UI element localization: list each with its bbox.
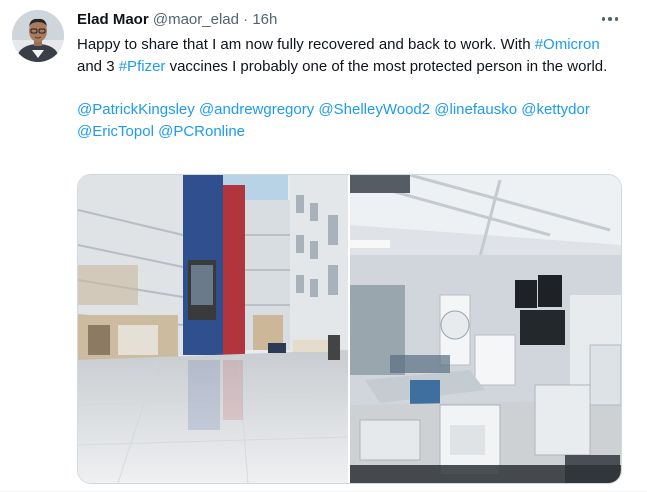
text-segment: and 3 bbox=[77, 58, 119, 75]
mention-link[interactable]: @linefausko bbox=[434, 101, 517, 118]
mention-link[interactable]: @PCRonline bbox=[158, 123, 245, 140]
separator: · bbox=[243, 11, 249, 28]
photo-hospital-atrium[interactable] bbox=[78, 175, 348, 483]
timestamp[interactable]: 16h bbox=[252, 11, 277, 28]
avatar-image bbox=[12, 10, 64, 62]
mentions: @PatrickKingsley @andrewgregory @Shelley… bbox=[77, 99, 622, 143]
avatar[interactable] bbox=[12, 10, 64, 62]
hashtag-omicron[interactable]: #Omicron bbox=[535, 36, 600, 53]
tweet-header: Elad Maor @maor_elad · 16h bbox=[77, 10, 277, 30]
tweet-text: Happy to share that I am now fully recov… bbox=[77, 34, 622, 143]
photo-catheterization-lab[interactable] bbox=[350, 175, 621, 483]
text-segment: Happy to share that I am now fully recov… bbox=[77, 36, 535, 53]
text-segment: vaccines I probably one of the most prot… bbox=[165, 58, 608, 75]
author-name[interactable]: Elad Maor bbox=[77, 11, 149, 28]
more-horizontal-icon[interactable] bbox=[597, 10, 623, 28]
hashtag-pfizer[interactable]: #Pfizer bbox=[119, 58, 166, 75]
mention-link[interactable]: @PatrickKingsley bbox=[77, 101, 195, 118]
mention-link[interactable]: @kettydor bbox=[521, 101, 590, 118]
tweet-body: Happy to share that I am now fully recov… bbox=[77, 34, 622, 78]
media-grid bbox=[77, 174, 622, 484]
mention-link[interactable]: @ShelleyWood2 bbox=[318, 101, 430, 118]
mention-link[interactable]: @andrewgregory bbox=[199, 101, 314, 118]
mention-link[interactable]: @EricTopol bbox=[77, 123, 154, 140]
tweet[interactable]: Elad Maor @maor_elad · 16h Happy to shar… bbox=[0, 0, 647, 492]
author-handle[interactable]: @maor_elad bbox=[153, 11, 239, 28]
